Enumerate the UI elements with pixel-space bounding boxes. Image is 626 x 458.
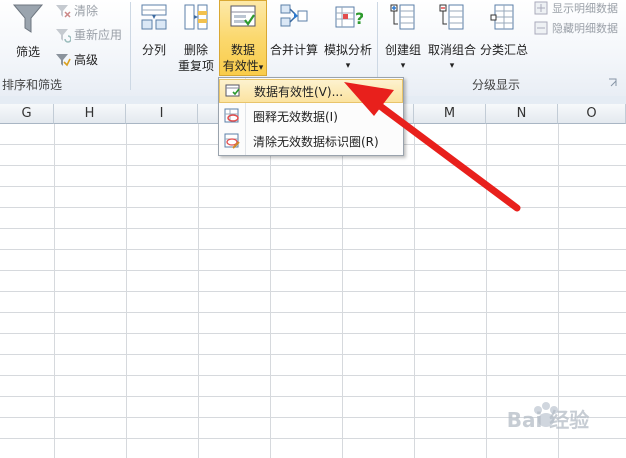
watermark-text: Bai 经验 <box>506 408 590 432</box>
annotation-arrow-icon <box>344 82 521 212</box>
baidu-watermark: Bai 经验 <box>478 398 618 438</box>
